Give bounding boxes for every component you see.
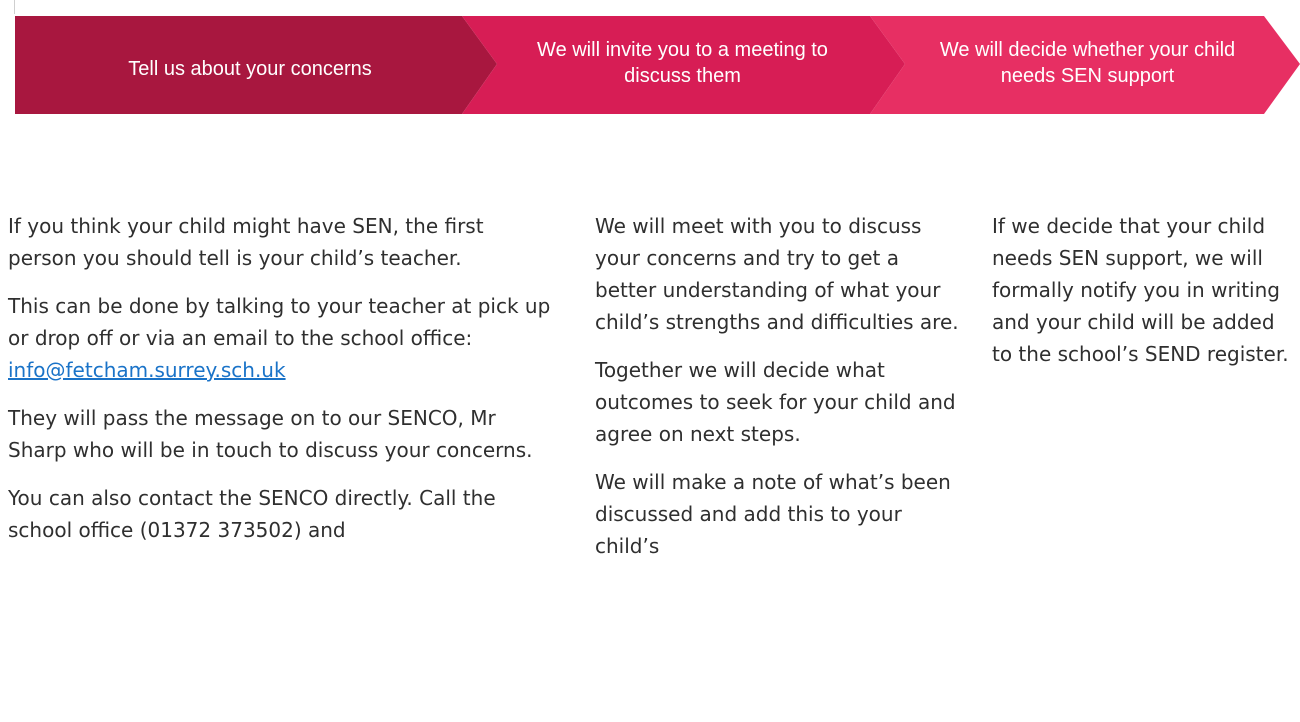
column-tell-us: If you think your child might have SEN, …	[8, 210, 553, 562]
col1-paragraph-2-text: This can be done by talking to your teac…	[8, 294, 551, 350]
col1-paragraph-4: You can also contact the SENCO directly.…	[8, 486, 496, 542]
col2-paragraph-3: We will make a note of what’s been discu…	[595, 470, 951, 558]
column-decision: If we decide that your child needs SEN s…	[992, 210, 1292, 386]
school-office-email-link[interactable]: info@fetcham.surrey.sch.uk	[8, 358, 286, 382]
col1-paragraph-2: This can be done by talking to your teac…	[8, 290, 553, 386]
step-2-label: We will invite you to a meeting to discu…	[537, 39, 828, 87]
column-meeting: We will meet with you to discuss your co…	[595, 210, 960, 578]
col2-paragraph-1: We will meet with you to discuss your co…	[595, 214, 959, 334]
process-steps-banner: Tell us about your concerns We will invi…	[0, 0, 1300, 130]
step-3-label: We will decide whether your child needs …	[939, 39, 1236, 87]
step-1-label: Tell us about your concerns	[128, 58, 372, 80]
col1-paragraph-1: If you think your child might have SEN, …	[8, 214, 484, 270]
col1-paragraph-3: They will pass the message on to our SEN…	[8, 406, 533, 462]
col2-paragraph-2: Together we will decide what outcomes to…	[595, 358, 956, 446]
col3-paragraph-1: If we decide that your child needs SEN s…	[992, 214, 1289, 366]
